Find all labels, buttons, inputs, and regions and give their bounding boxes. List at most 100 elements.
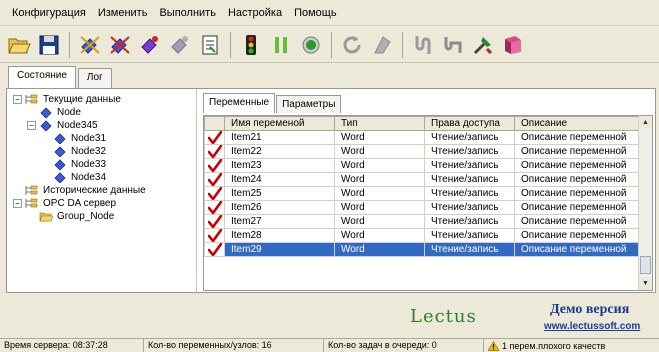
cell-type: Word [334,228,425,243]
tree-node[interactable]: Node [7,106,196,119]
column-header-type[interactable]: Тип [334,116,425,131]
tools-icon[interactable] [470,32,496,58]
table-row[interactable]: Item21 Word Чтение/запись Описание переменн… [204,130,639,145]
status-vars-nodes: Кол-во переменных/узлов: 16 [144,339,324,352]
node-icon [53,133,67,145]
node-icon [53,172,67,184]
pause-icon[interactable] [268,32,294,58]
toolbar [0,27,659,63]
tree-node-label: Node [57,107,81,118]
menu-help[interactable]: Помощь [288,7,343,19]
node-red-icon[interactable] [107,32,133,58]
cell-name: Item28 [224,228,335,243]
cell-type: Word [334,158,425,173]
traffic-light-icon[interactable] [238,32,264,58]
table-row[interactable]: Item25 Word Чтение/запись Описание переменн… [204,186,639,201]
refresh-icon[interactable] [339,32,365,58]
table-row[interactable]: Item22 Word Чтение/запись Описание переменн… [204,144,639,159]
tree-node[interactable]: Node32 [7,145,196,158]
check-mark-icon[interactable] [204,130,225,145]
vertical-scrollbar[interactable]: ▲ ▼ [638,116,652,290]
cell-type: Word [334,214,425,229]
check-mark-icon[interactable] [204,158,225,173]
tree-node[interactable]: Node33 [7,158,196,171]
node-blue-icon[interactable] [77,32,103,58]
node-icon [39,107,53,119]
save-disk-icon[interactable] [36,32,62,58]
website-link[interactable]: www.lectussoft.com [544,321,640,332]
tree-node[interactable]: − Текущие данные [7,93,196,106]
table-row[interactable]: Item24 Word Чтение/запись Описание переменн… [204,172,639,187]
tab-parameters[interactable]: Параметры [276,95,342,113]
check-mark-icon[interactable] [204,186,225,201]
table-row[interactable]: Item26 Word Чтение/запись Описание переменн… [204,200,639,215]
column-header-check[interactable] [204,116,225,131]
check-mark-icon[interactable] [204,172,225,187]
tab-variables[interactable]: Переменные [203,93,276,113]
column-header-name[interactable]: Имя переменой [224,116,335,131]
check-mark-icon[interactable] [204,214,225,229]
tree-node-label: OPC DA сервер [43,198,117,209]
node-icon [53,159,67,171]
cell-description: Описание переменной [514,144,639,159]
cell-name: Item21 [224,130,335,145]
cell-type: Word [334,242,425,257]
tree-node[interactable]: Group_Node [7,210,196,223]
record-icon[interactable] [298,32,324,58]
banner-area: Lectus Демо версия www.lectussoft.com [0,296,659,338]
node-purple-icon[interactable] [137,32,163,58]
pipe-icon[interactable] [410,32,436,58]
tab-state[interactable]: Состояние [8,66,76,88]
cell-access: Чтение/запись [424,130,515,145]
open-folder-icon[interactable] [6,32,32,58]
table-row[interactable]: Item27 Word Чтение/запись Описание переменн… [204,214,639,229]
cell-description: Описание переменной [514,228,639,243]
scroll-down-arrow-icon[interactable]: ▼ [639,277,652,290]
column-header-access[interactable]: Права доступа [424,116,515,131]
tree-node-label: Node33 [71,159,107,170]
cell-access: Чтение/запись [424,144,515,159]
tree-node-label: Node345 [57,120,98,131]
cell-name: Item24 [224,172,335,187]
cell-name: Item29 [224,242,335,257]
table-row[interactable]: Item28 Word Чтение/запись Описание переменн… [204,228,639,243]
menu-edit[interactable]: Изменить [92,7,154,19]
cell-type: Word [334,200,425,215]
table-header-row: Имя переменой Тип Права доступа Описание [204,116,639,131]
table-row[interactable]: Item23 Word Чтение/запись Описание переменн… [204,158,639,173]
document-icon[interactable] [197,32,223,58]
tree-node[interactable]: − Node345 [7,119,196,132]
cell-access: Чтение/запись [424,228,515,243]
check-mark-icon[interactable] [204,200,225,215]
book-icon[interactable] [500,32,526,58]
tree-node[interactable]: Исторические данные [7,184,196,197]
menu-configuration[interactable]: Конфигурация [6,7,92,19]
tree-node[interactable]: − OPC DA сервер [7,197,196,210]
tree-view[interactable]: − Текущие данные Node − Node345 Node31 Node32 N… [7,89,197,292]
status-bad-quality: 1 перем.плохого качеств [484,339,659,352]
scrollbar-thumb[interactable] [640,256,651,274]
tree-node-label: Node32 [71,146,107,157]
column-header-description[interactable]: Описание [514,116,639,131]
tree-expander-icon[interactable]: − [13,95,22,104]
tree-node[interactable]: Node34 [7,171,196,184]
erase-icon[interactable] [369,32,395,58]
pipe-gray-icon[interactable] [440,32,466,58]
cell-name: Item25 [224,186,335,201]
table-row[interactable]: Item29 Word Чтение/запись Описание переменн… [204,242,639,257]
tree-expander-icon[interactable]: − [13,199,22,208]
scroll-up-arrow-icon[interactable]: ▲ [639,116,652,129]
check-mark-icon[interactable] [204,228,225,243]
check-mark-icon[interactable] [204,242,225,257]
cell-description: Описание переменной [514,186,639,201]
tree-node-label: Group_Node [57,211,115,222]
node-icon [53,146,67,158]
tree-expander-icon[interactable]: − [27,121,36,130]
node-gray-icon[interactable] [167,32,193,58]
check-mark-icon[interactable] [204,144,225,159]
main-panel: − Текущие данные Node − Node345 Node31 Node32 N… [6,88,656,293]
menu-run[interactable]: Выполнить [153,7,221,19]
tab-log[interactable]: Лог [77,68,112,88]
menu-settings[interactable]: Настройка [222,7,288,19]
tree-node[interactable]: Node31 [7,132,196,145]
